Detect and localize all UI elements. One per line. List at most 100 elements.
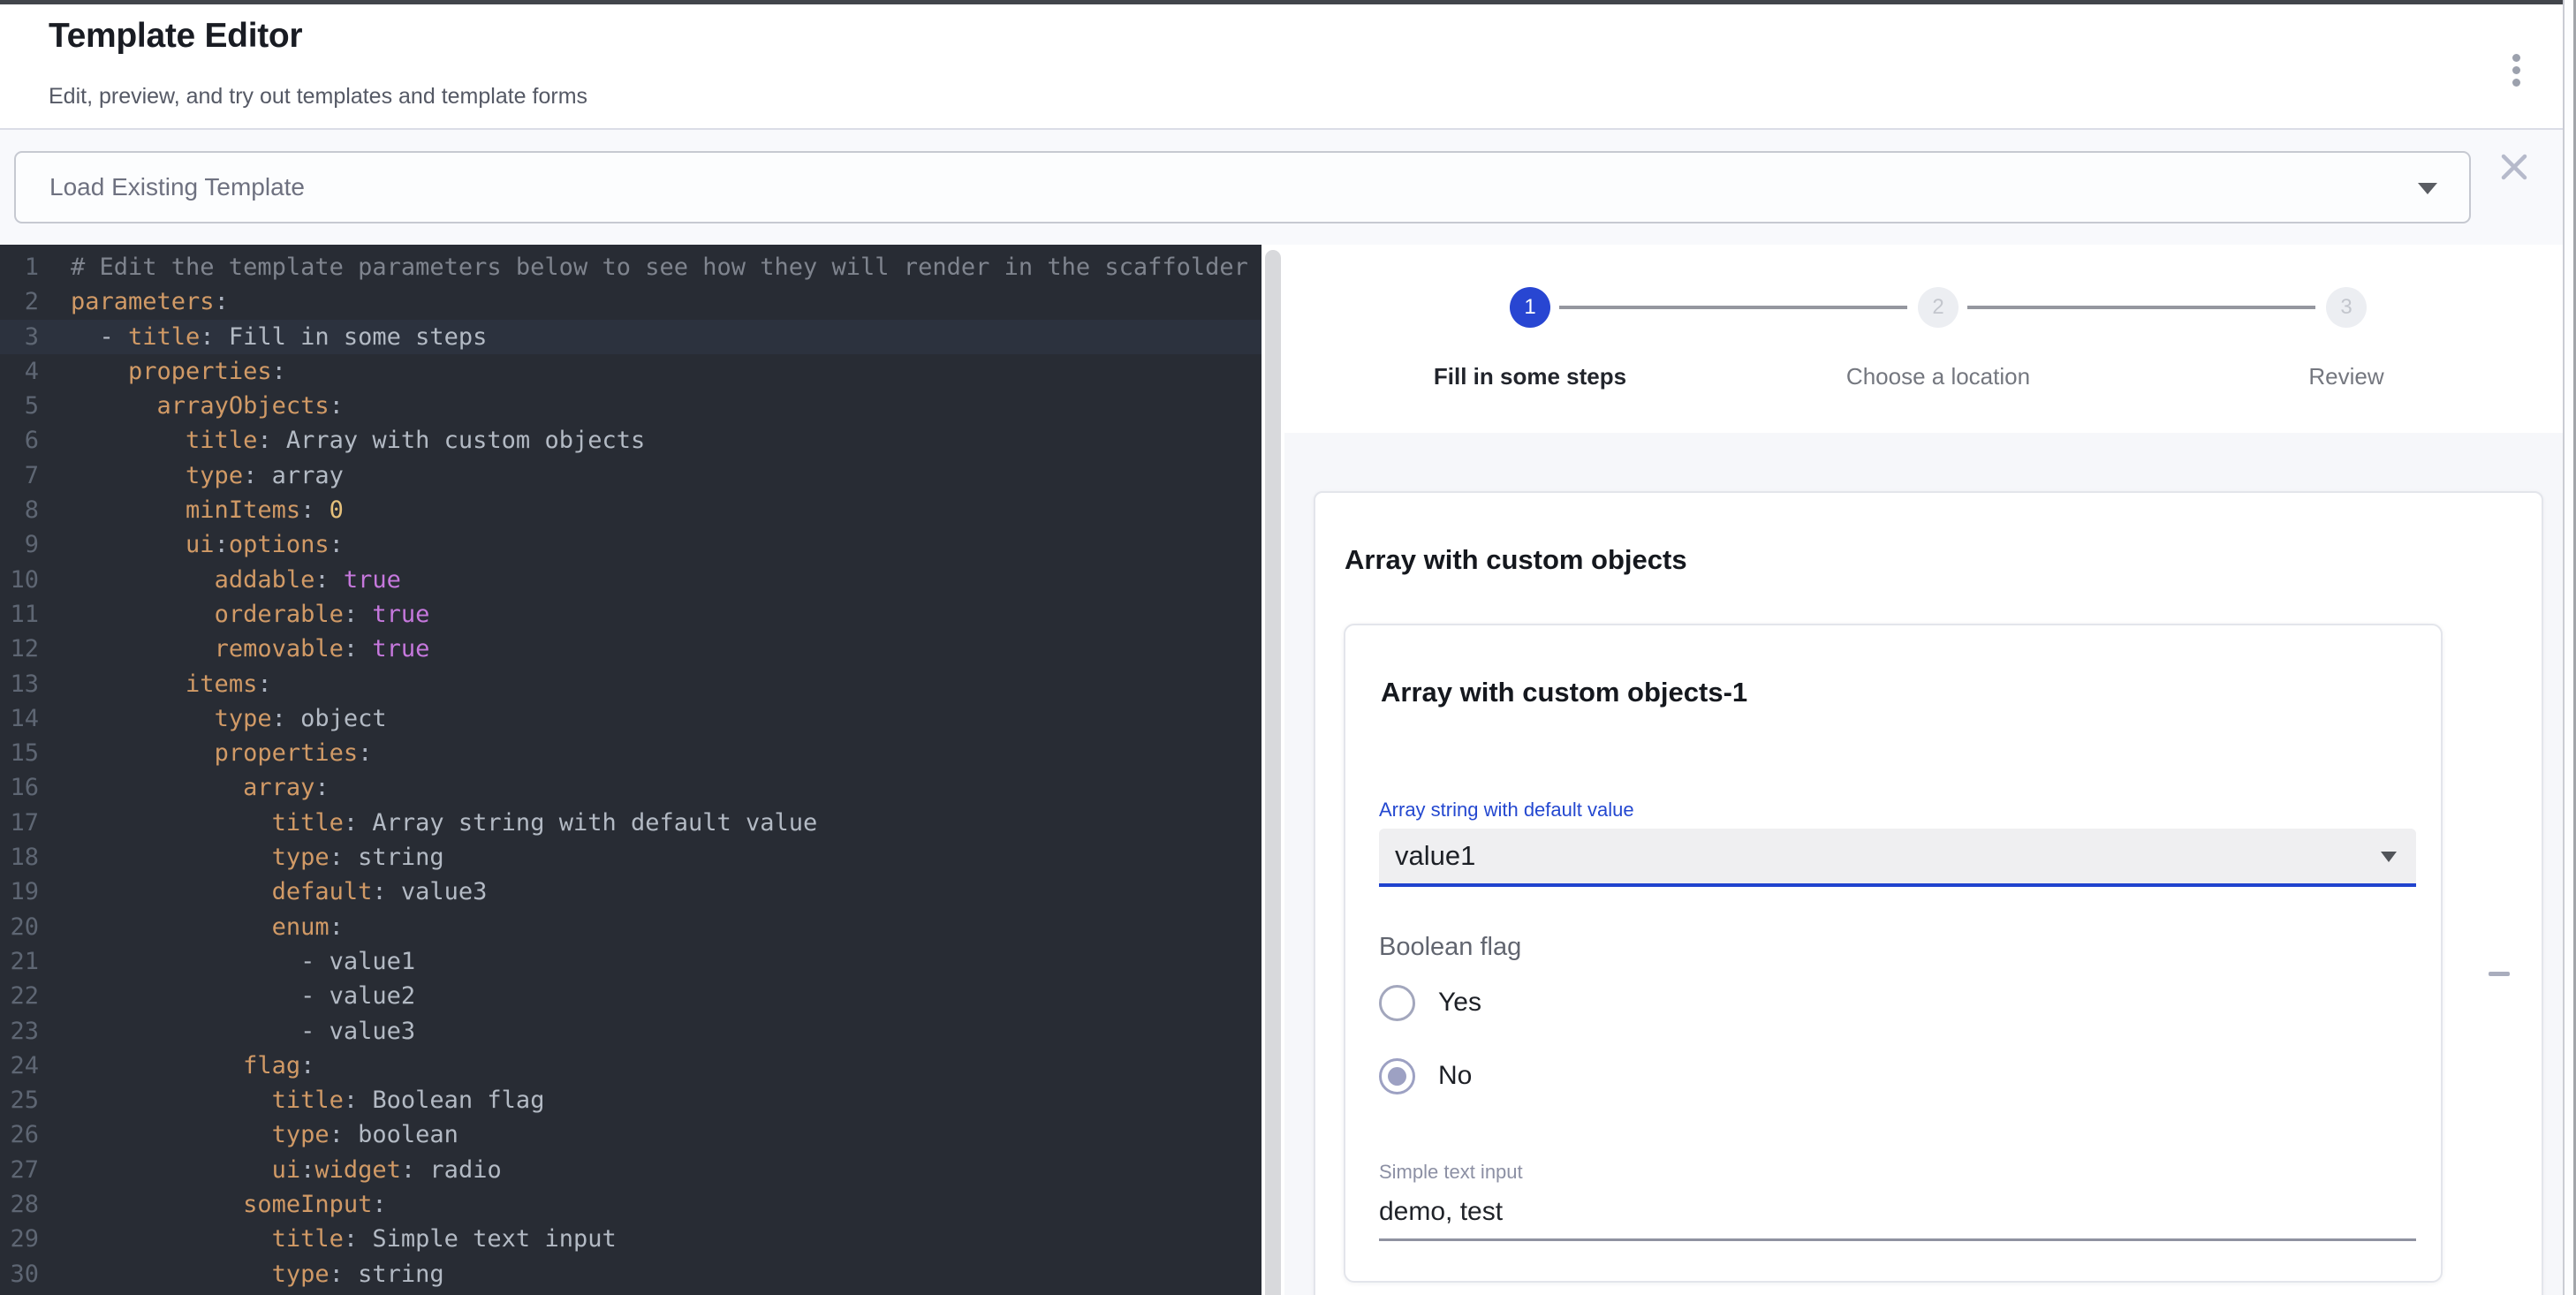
code-line[interactable]: 28 someInput: <box>0 1187 1261 1222</box>
line-number: 22 <box>0 979 39 1013</box>
code-text: title: Array string with default value <box>39 806 817 840</box>
code-line[interactable]: 7 type: array <box>0 458 1261 493</box>
code-line[interactable]: 1# Edit the template parameters below to… <box>0 250 1261 284</box>
simple-text-input-label: Simple text input <box>1379 1161 1523 1184</box>
code-line[interactable]: 27 ui:widget: radio <box>0 1153 1261 1187</box>
remove-array-item-button[interactable] <box>2483 958 2515 989</box>
code-text: removable: true <box>39 632 429 666</box>
line-number: 7 <box>0 458 39 493</box>
radio-label: Yes <box>1438 988 1481 1018</box>
code-text: orderable: true <box>39 597 429 632</box>
code-text: type: object <box>39 701 387 736</box>
code-line[interactable]: 24 flag: <box>0 1049 1261 1083</box>
code-text: # Edit the template parameters below to … <box>39 250 1248 284</box>
code-line[interactable]: 19 default: value3 <box>0 875 1261 909</box>
code-text: arrayObjects: <box>39 389 344 423</box>
stepper-area: 1Fill in some steps2Choose a location3Re… <box>1284 245 2563 433</box>
code-line[interactable]: 10 addable: true <box>0 563 1261 597</box>
code-line[interactable]: 3 - title: Fill in some steps <box>0 320 1261 354</box>
window-scrollbar[interactable] <box>2563 0 2576 1295</box>
code-line[interactable]: 25 title: Boolean flag <box>0 1083 1261 1117</box>
load-select-placeholder: Load Existing Template <box>49 173 305 201</box>
line-number: 17 <box>0 806 39 840</box>
code-line[interactable]: 5 arrayObjects: <box>0 389 1261 423</box>
code-line[interactable]: 26 type: boolean <box>0 1117 1261 1152</box>
code-text: enum: <box>39 910 344 944</box>
code-line[interactable]: 20 enum: <box>0 910 1261 944</box>
load-template-toolbar: Load Existing Template <box>0 130 2563 245</box>
line-number: 6 <box>0 423 39 458</box>
editor-scrollbar[interactable] <box>1261 245 1284 1295</box>
line-number: 21 <box>0 944 39 979</box>
line-number: 29 <box>0 1222 39 1256</box>
code-line[interactable]: 8 minItems: 0 <box>0 493 1261 527</box>
code-line[interactable]: 22 - value2 <box>0 979 1261 1013</box>
radio-label: No <box>1438 1061 1472 1091</box>
step-label: Fill in some steps <box>1326 363 1734 390</box>
code-text: type: string <box>39 840 444 875</box>
code-line[interactable]: 4 properties: <box>0 354 1261 389</box>
line-number: 13 <box>0 667 39 701</box>
code-line[interactable]: 29 title: Simple text input <box>0 1222 1261 1256</box>
code-line[interactable]: 17 title: Array string with default valu… <box>0 806 1261 840</box>
code-line[interactable]: 21 - value1 <box>0 944 1261 979</box>
array-select-label: Array string with default value <box>1379 799 1634 822</box>
page-subtitle: Edit, preview, and try out templates and… <box>49 84 587 110</box>
code-line[interactable]: 13 items: <box>0 667 1261 701</box>
radio-option-no[interactable]: No <box>1379 1056 1472 1096</box>
input-underline <box>1379 1238 2416 1241</box>
code-text: someInput: <box>39 1187 387 1222</box>
load-existing-template-select[interactable]: Load Existing Template <box>14 151 2471 223</box>
line-number: 28 <box>0 1187 39 1222</box>
editor-scrollbar-thumb[interactable] <box>1265 250 1281 1295</box>
code-text: array: <box>39 770 330 805</box>
line-number: 14 <box>0 701 39 736</box>
line-number: 24 <box>0 1049 39 1083</box>
code-text: type: string <box>39 1257 444 1291</box>
code-text: - title: Fill in some steps <box>39 320 487 354</box>
array-item-title: Array with custom objects-1 <box>1381 677 1747 708</box>
stepper-step-2: 2Choose a location <box>1734 245 2142 433</box>
line-number: 1 <box>0 250 39 284</box>
radio-option-yes[interactable]: Yes <box>1379 982 1481 1023</box>
code-lines: 1# Edit the template parameters below to… <box>0 250 1261 1291</box>
array-string-select[interactable]: value1 <box>1379 829 2416 887</box>
code-line[interactable]: 11 orderable: true <box>0 597 1261 632</box>
code-line[interactable]: 6 title: Array with custom objects <box>0 423 1261 458</box>
kebab-vertical-icon[interactable] <box>2498 45 2534 95</box>
line-number: 10 <box>0 563 39 597</box>
step-number-badge: 3 <box>2326 287 2367 328</box>
code-line[interactable]: 2parameters: <box>0 284 1261 319</box>
simple-text-input[interactable]: demo, test <box>1379 1191 2416 1240</box>
code-line[interactable]: 14 type: object <box>0 701 1261 736</box>
code-text: parameters: <box>39 284 229 319</box>
close-icon[interactable] <box>2495 148 2534 186</box>
line-number: 3 <box>0 320 39 354</box>
line-number: 16 <box>0 770 39 805</box>
form-section-title: Array with custom objects <box>1345 544 1687 576</box>
code-text: type: array <box>39 458 344 493</box>
code-line[interactable]: 12 removable: true <box>0 632 1261 666</box>
code-text: ui:widget: radio <box>39 1153 502 1187</box>
array-item-card: Array with custom objects-1 Array string… <box>1344 624 2443 1283</box>
code-text: - value3 <box>39 1014 415 1049</box>
code-line[interactable]: 9 ui:options: <box>0 527 1261 562</box>
code-line[interactable]: 30 type: string <box>0 1257 1261 1291</box>
form-step-panel: Array with custom objects Array with cus… <box>1314 491 2543 1295</box>
step-number-badge: 1 <box>1510 287 1550 328</box>
code-text: default: value3 <box>39 875 487 909</box>
page-title: Template Editor <box>49 17 302 56</box>
code-line[interactable]: 16 array: <box>0 770 1261 805</box>
line-number: 8 <box>0 493 39 527</box>
line-number: 30 <box>0 1257 39 1291</box>
stepper-step-1: 1 Fill in some steps <box>1326 245 1734 433</box>
code-line[interactable]: 15 properties: <box>0 736 1261 770</box>
code-line[interactable]: 18 type: string <box>0 840 1261 875</box>
yaml-code-editor[interactable]: 1# Edit the template parameters below to… <box>0 245 1261 1295</box>
line-number: 23 <box>0 1014 39 1049</box>
array-select-value: value1 <box>1395 840 1475 872</box>
code-text: - value1 <box>39 944 415 979</box>
line-number: 11 <box>0 597 39 632</box>
code-line[interactable]: 23 - value3 <box>0 1014 1261 1049</box>
code-text: type: boolean <box>39 1117 458 1152</box>
